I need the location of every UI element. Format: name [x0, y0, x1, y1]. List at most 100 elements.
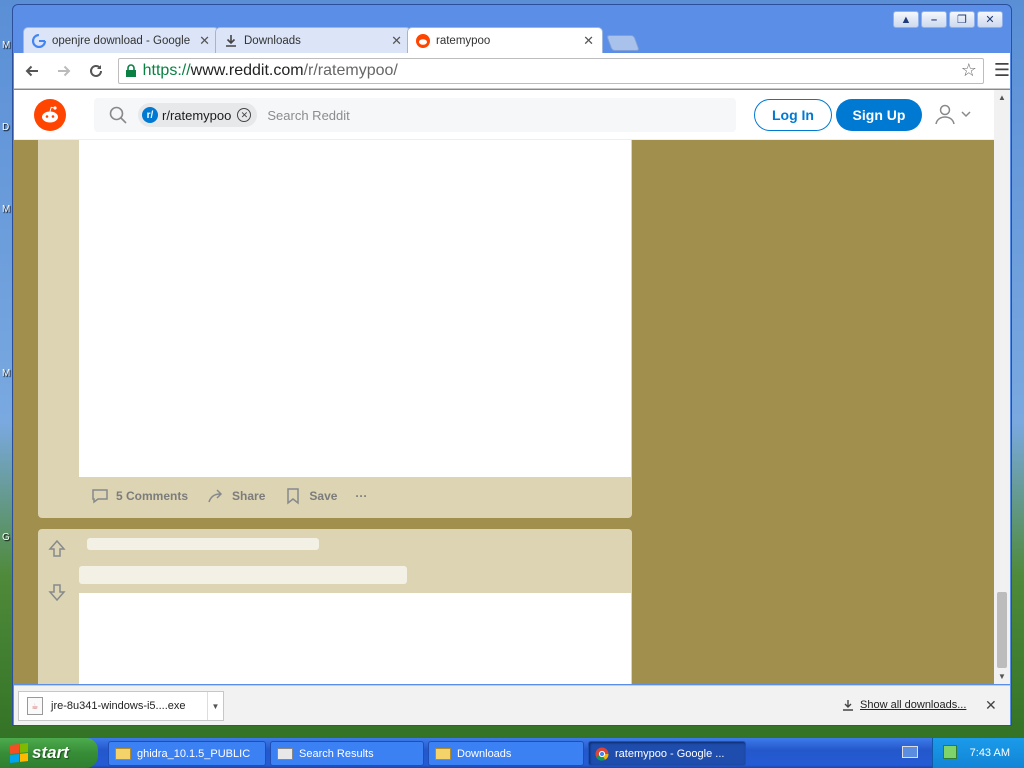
reddit-icon	[416, 33, 430, 48]
scroll-up-icon[interactable]: ▲	[998, 93, 1006, 102]
page-scrollbar[interactable]: ▲ ▼	[994, 90, 1010, 684]
loading-placeholder	[87, 538, 319, 550]
share-button[interactable]: Share	[206, 486, 265, 506]
taskbar-item-search-results[interactable]: Search Results	[270, 741, 424, 766]
close-shelf-icon[interactable]: ✕	[985, 697, 997, 714]
tab-downloads[interactable]: Downloads ✕	[215, 27, 411, 53]
desktop-label: M	[2, 368, 11, 379]
maximize-button[interactable]: ❐	[949, 11, 975, 28]
search-results-icon	[277, 747, 293, 760]
user-icon	[935, 104, 955, 125]
tab-title: openjre download - Google S	[52, 34, 194, 47]
window-controls: ▲ – ❐ ✕	[893, 11, 1003, 28]
save-label: Save	[309, 489, 338, 503]
post-content[interactable]	[79, 120, 631, 477]
lock-icon	[125, 63, 137, 78]
show-all-label: Show all downloads...	[860, 699, 967, 711]
taskbar-item-label: Search Results	[299, 747, 374, 760]
back-icon[interactable]	[18, 57, 46, 85]
start-label: start	[32, 743, 69, 762]
taskbar-item-label: ghidra_10.1.5_PUBLIC	[137, 747, 251, 760]
desktop-label: G	[2, 532, 10, 543]
clear-chip-icon[interactable]: ✕	[237, 108, 252, 122]
address-bar[interactable]: https:// www.reddit.com /r/ratemypoo/ ☆	[117, 57, 984, 84]
network-icon[interactable]	[943, 745, 957, 759]
profile-button[interactable]: ▲	[893, 11, 919, 28]
login-button[interactable]: Log In	[754, 99, 832, 131]
java-file-icon: ☕	[27, 697, 43, 715]
download-options-icon[interactable]: ▼	[207, 692, 223, 720]
taskbar-item-chrome[interactable]: ratemypoo - Google ...	[588, 741, 746, 766]
more-options-button[interactable]: ···	[355, 489, 367, 503]
desktop-label: M	[2, 204, 11, 215]
download-item[interactable]: ☕ jre-8u341-windows-i5....exe ▼	[18, 691, 224, 721]
reddit-header: r/ r/ratemypoo ✕ Search Reddit Log In Si…	[14, 90, 994, 140]
minimize-button[interactable]: –	[921, 11, 947, 28]
system-tray: 7:43 AM	[932, 738, 1024, 768]
subreddit-chip-label: r/ratemypoo	[162, 107, 232, 123]
chevron-down-icon	[961, 111, 971, 118]
close-window-button[interactable]: ✕	[977, 11, 1003, 28]
subreddit-icon: r/	[142, 107, 158, 123]
folder-icon	[115, 747, 131, 760]
share-icon	[208, 489, 223, 503]
download-icon	[843, 700, 853, 711]
tab-ratemypoo[interactable]: ratemypoo ✕	[407, 27, 603, 53]
language-bar-icon[interactable]	[902, 746, 918, 758]
subreddit-filter-chip[interactable]: r/ r/ratemypoo ✕	[138, 103, 258, 127]
close-tab-icon[interactable]: ✕	[583, 33, 594, 49]
desktop-label: M	[2, 40, 11, 51]
close-tab-icon[interactable]: ✕	[199, 33, 210, 49]
chrome-icon	[595, 747, 609, 761]
tab-strip: openjre download - Google S ✕ Downloads …	[23, 27, 640, 53]
signup-button[interactable]: Sign Up	[836, 99, 922, 131]
comments-button[interactable]: 5 Comments	[90, 486, 188, 506]
browser-toolbar: https:// www.reddit.com /r/ratemypoo/ ☆ …	[14, 53, 1010, 89]
new-tab-button[interactable]	[606, 35, 640, 51]
taskbar: start ghidra_10.1.5_PUBLIC Search Result…	[0, 738, 1024, 768]
search-bar[interactable]: r/ r/ratemypoo ✕ Search Reddit	[94, 98, 736, 132]
reload-icon[interactable]	[82, 57, 110, 85]
bookmark-star-icon[interactable]: ☆	[961, 60, 977, 81]
show-all-downloads-link[interactable]: Show all downloads...	[842, 699, 966, 711]
chrome-menu-icon[interactable]: ☰	[994, 60, 1010, 81]
taskbar-item-label: Downloads	[457, 747, 512, 760]
windows-logo-icon	[10, 743, 28, 763]
start-button[interactable]: start	[0, 738, 98, 768]
post-actions: 5 Comments Share Save ···	[90, 486, 367, 506]
reddit-logo-icon[interactable]	[34, 99, 66, 131]
bookmark-icon	[287, 488, 300, 505]
upvote-icon[interactable]	[47, 539, 67, 559]
post-card[interactable]: 5 Comments Share Save ···	[38, 120, 632, 518]
share-label: Share	[232, 489, 266, 503]
forward-icon[interactable]	[50, 57, 78, 85]
loading-placeholder	[79, 566, 407, 584]
post-content[interactable]	[79, 593, 631, 684]
taskbar-item-ghidra[interactable]: ghidra_10.1.5_PUBLIC	[108, 741, 266, 766]
download-icon	[224, 34, 238, 48]
taskbar-item-downloads[interactable]: Downloads	[428, 741, 584, 766]
search-icon	[109, 106, 127, 124]
taskbar-item-label: ratemypoo - Google ...	[615, 747, 725, 760]
downvote-icon[interactable]	[47, 582, 67, 602]
folder-icon	[435, 747, 451, 760]
search-placeholder[interactable]: Search Reddit	[267, 108, 349, 123]
scroll-thumb[interactable]	[997, 592, 1007, 668]
url-host: www.reddit.com	[190, 61, 304, 79]
url-scheme: https://	[142, 61, 191, 79]
user-menu-button[interactable]	[934, 103, 972, 125]
page-viewport: 5 Comments Share Save ··· r/ r/ratemypoo…	[14, 90, 994, 684]
tab-title: ratemypoo	[436, 34, 491, 47]
scroll-down-icon[interactable]: ▼	[998, 672, 1006, 681]
url-path: /r/ratemypoo/	[303, 61, 398, 79]
close-tab-icon[interactable]: ✕	[391, 33, 402, 49]
clock[interactable]: 7:43 AM	[970, 747, 1010, 759]
save-button[interactable]: Save	[283, 486, 337, 506]
desktop-label: D	[2, 122, 10, 133]
post-card[interactable]	[38, 529, 632, 684]
comments-label: 5 Comments	[116, 489, 189, 503]
tab-openjre-search[interactable]: openjre download - Google S ✕	[23, 27, 219, 53]
comment-icon	[92, 489, 108, 504]
browser-window: ▲ – ❐ ✕ openjre download - Google S ✕ Do…	[12, 4, 1012, 726]
tab-title: Downloads	[244, 34, 301, 47]
